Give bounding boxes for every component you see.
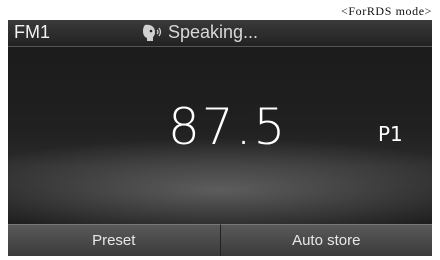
preset-number: P1 — [378, 122, 403, 146]
voice-status-text: Speaking... — [168, 22, 259, 42]
band-label: FM1 — [14, 22, 50, 42]
radio-screen: FM1 Speaking... 87.5 P1 Preset Auto stor… — [8, 20, 432, 256]
figure-caption: <ForRDS mode> — [340, 4, 432, 18]
frequency-display: 87.5 — [168, 98, 288, 156]
status-bar: FM1 Speaking... — [8, 20, 432, 47]
auto-store-button[interactable]: Auto store — [219, 224, 432, 256]
preset-button[interactable]: Preset — [8, 224, 220, 256]
voice-speaking-icon — [142, 23, 164, 43]
bottom-button-bar: Preset Auto store — [8, 224, 432, 256]
voice-status: Speaking... — [142, 22, 258, 43]
